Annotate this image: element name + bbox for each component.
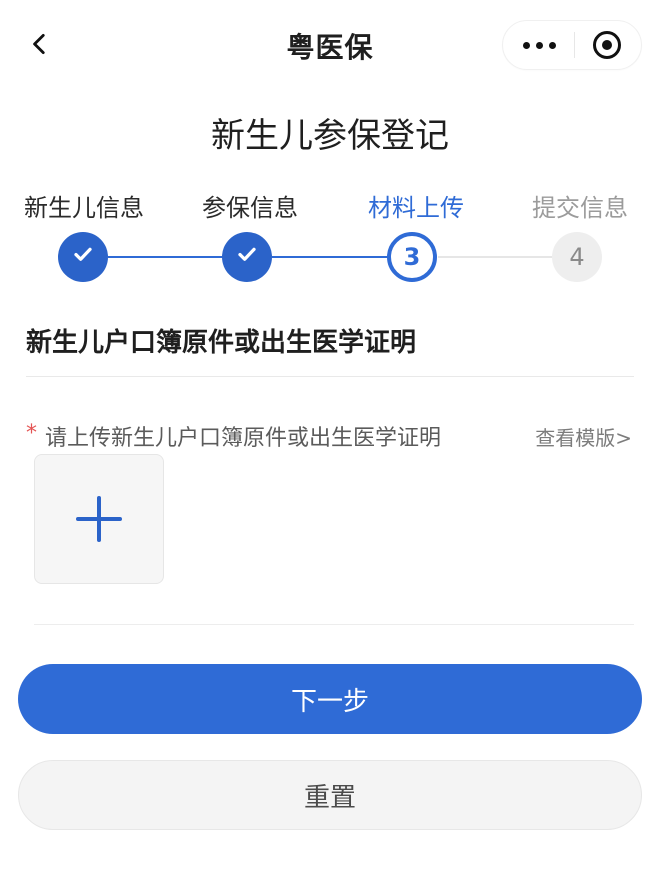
page-title: 新生儿参保登记	[211, 116, 449, 156]
step-label-1: 新生儿信息	[24, 194, 144, 222]
section-divider	[26, 376, 634, 377]
content-divider	[34, 624, 634, 625]
upload-label: * 请上传新生儿户口簿原件或出生医学证明	[26, 420, 441, 452]
stepper: 新生儿信息 参保信息 材料上传 提交信息 3 4	[0, 182, 660, 292]
step-label-2: 参保信息	[202, 194, 298, 222]
more-button[interactable]	[523, 41, 556, 49]
step-node-3: 3	[387, 232, 437, 282]
check-icon	[69, 240, 97, 274]
section-title: 新生儿户口簿原件或出生医学证明	[26, 328, 417, 358]
step-label-4: 提交信息	[532, 194, 628, 222]
check-icon	[233, 240, 261, 274]
reset-button[interactable]: 重置	[18, 760, 642, 830]
mini-program-capsule	[502, 20, 642, 70]
step-node-2	[222, 232, 272, 282]
next-button[interactable]: 下一步	[18, 664, 642, 734]
step-connector-1	[108, 256, 226, 258]
capsule-separator	[574, 32, 575, 58]
step-connector-3	[438, 256, 556, 258]
more-dots-icon	[536, 41, 543, 49]
plus-icon	[76, 496, 122, 542]
upload-instruction: 请上传新生儿户口簿原件或出生医学证明	[45, 426, 442, 451]
target-button[interactable]	[593, 31, 621, 59]
step-number-4: 4	[569, 243, 585, 271]
upload-tile[interactable]	[34, 454, 164, 584]
step-connector-2	[272, 256, 388, 258]
top-bar: 粤医保	[0, 0, 660, 92]
more-dots-icon	[523, 41, 530, 49]
step-label-3: 材料上传	[368, 194, 464, 222]
step-number-3: 3	[403, 243, 421, 271]
step-node-4: 4	[552, 232, 602, 282]
more-dots-icon	[549, 41, 556, 49]
step-node-1	[58, 232, 108, 282]
view-template-link[interactable]: 查看模版>	[535, 422, 632, 451]
required-mark: *	[26, 421, 37, 446]
